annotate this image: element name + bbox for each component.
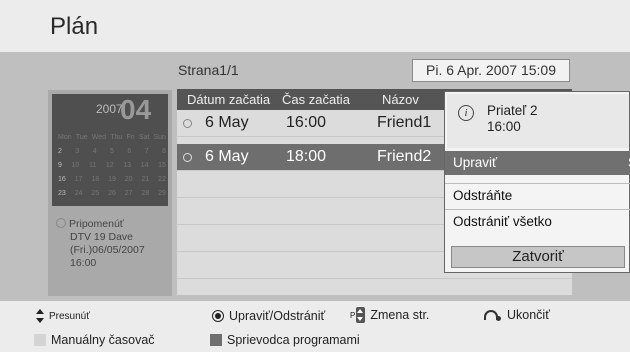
page-prefix: P: [350, 310, 356, 320]
calendar-day: 8: [162, 148, 166, 155]
popup-program-time: 16:00: [487, 119, 521, 134]
color-key-icon: [210, 334, 222, 346]
calendar-day: 12: [105, 162, 114, 169]
row-time: 18:00: [286, 148, 327, 165]
popup-program-name: Priateľ 2: [487, 103, 538, 118]
row-name: Friend1: [377, 114, 432, 131]
calendar-weekday: Mon: [58, 134, 72, 141]
legend-guide: Sprievodca programami: [210, 333, 360, 347]
legend-edit-delete: Upraviť/Odstrániť: [212, 309, 325, 323]
calendar-day: 13: [123, 162, 132, 169]
calendar-day: 2: [58, 148, 62, 155]
page-title: Plán: [50, 13, 99, 40]
clock-icon: [183, 119, 192, 128]
legend-move-label: Presunúť: [49, 310, 90, 322]
calendar-day: 19: [108, 176, 116, 183]
page-up-down-icon: P: [350, 307, 366, 323]
close-button[interactable]: Zatvoriť: [451, 246, 625, 268]
info-icon: i: [458, 105, 474, 121]
legend-manual-timer: Manuálny časovač: [34, 333, 155, 347]
popup-info: i Priateľ 2 16:00: [447, 94, 629, 148]
calendar-month: 04: [120, 94, 152, 125]
calendar-day: 5: [110, 148, 114, 155]
row-time: 16:00: [286, 114, 327, 131]
calendar-day: 22: [158, 176, 166, 183]
color-key-icon: [34, 334, 46, 346]
calendar-day: 17: [74, 176, 83, 183]
menu-item-delete-all[interactable]: Odstrániť všetko: [445, 209, 630, 233]
calendar-day: 24: [74, 190, 83, 197]
calendar-day: 23: [58, 190, 66, 197]
back-icon: [482, 309, 502, 321]
legend-edit-delete-label: Upraviť/Odstrániť: [229, 309, 326, 323]
calendar-day: 29: [158, 190, 166, 197]
clock-icon: [183, 153, 192, 162]
legend-guide-label: Sprievodca programami: [227, 333, 360, 347]
calendar-day: 11: [88, 162, 97, 169]
calendar-week: 23 24 25 26 27 28 29: [58, 190, 166, 197]
footer-legend: Presunúť Upraviť/Odstrániť P Zmena str. …: [0, 301, 630, 352]
calendar-day: 26: [108, 190, 116, 197]
ok-button-icon: [212, 310, 224, 322]
calendar: 2007 04 Mon Tue Wed Thu Fri Sat Sun 2 3 …: [52, 94, 168, 206]
calendar-day: 10: [71, 162, 80, 169]
reminder-time: 16:00: [70, 257, 97, 269]
calendar-weekday: Wed: [91, 134, 107, 141]
calendar-day: 3: [75, 148, 80, 155]
calendar-day: 7: [144, 148, 149, 155]
legend-move: Presunúť: [36, 309, 90, 323]
calendar-week: 9 10 11 12 13 14 15: [58, 162, 166, 169]
reminder-info: Pripomenúť DTV 19 Dave (Fri.)06/05/2007 …: [56, 218, 145, 269]
calendar-weekdays: Mon Tue Wed Thu Fri Sat Sun: [58, 134, 166, 141]
reminder-date: (Fri.)06/05/2007: [70, 244, 145, 256]
clock-icon: [56, 218, 66, 228]
calendar-day: 9: [58, 162, 62, 169]
legend-page-change-label: Zmena str.: [370, 308, 430, 322]
legend-manual-timer-label: Manuálny časovač: [51, 333, 155, 347]
calendar-day: 28: [141, 190, 150, 197]
calendar-week: 16 17 18 19 20 21 22: [58, 176, 166, 183]
calendar-day: 18: [91, 176, 100, 183]
row-date: 6 May: [205, 148, 249, 165]
calendar-day: 4: [92, 148, 97, 155]
calendar-day: 21: [141, 176, 150, 183]
calendar-day: 15: [158, 162, 166, 169]
column-start-date: Dátum začatia: [187, 92, 271, 107]
calendar-day: 6: [127, 148, 132, 155]
up-down-arrow-icon: [36, 309, 44, 323]
options-popup: i Priateľ 2 16:00 Upraviť Odstráňte Odst…: [444, 91, 630, 273]
row-name: Friend2: [377, 148, 432, 165]
calendar-week: 2 3 4 5 6 7 8: [58, 148, 166, 155]
legend-exit-label: Ukončiť: [507, 308, 550, 322]
current-datetime: Pi. 6 Apr. 2007 15:09: [412, 59, 570, 82]
menu-item-delete[interactable]: Odstráňte: [445, 183, 630, 207]
calendar-day: 27: [124, 190, 133, 197]
calendar-day: 20: [124, 176, 133, 183]
calendar-weekday: Thu: [110, 134, 123, 141]
calendar-year: 2007: [96, 102, 123, 116]
legend-exit: Ukončiť: [482, 308, 550, 322]
calendar-weekday: Sat: [138, 134, 150, 141]
calendar-day: 25: [91, 190, 100, 197]
legend-page-change: P Zmena str.: [350, 307, 429, 323]
menu-item-edit[interactable]: Upraviť: [445, 151, 630, 175]
calendar-day: 14: [140, 162, 149, 169]
calendar-weekday: Sun: [153, 134, 166, 141]
calendar-weekday: Tue: [75, 134, 88, 141]
calendar-weekday: Fri: [126, 134, 135, 141]
page-indicator: Strana1/1: [178, 62, 239, 78]
calendar-panel: 2007 04 Mon Tue Wed Thu Fri Sat Sun 2 3 …: [48, 90, 172, 296]
column-start-time: Čas začatia: [282, 92, 350, 107]
calendar-day: 16: [58, 176, 66, 183]
reminder-channel: DTV 19 Dave: [70, 231, 134, 243]
title-bar: Plán: [0, 0, 630, 52]
reminder-title: Pripomenúť: [69, 218, 124, 230]
column-name: Názov: [382, 92, 419, 107]
row-date: 6 May: [205, 114, 249, 131]
